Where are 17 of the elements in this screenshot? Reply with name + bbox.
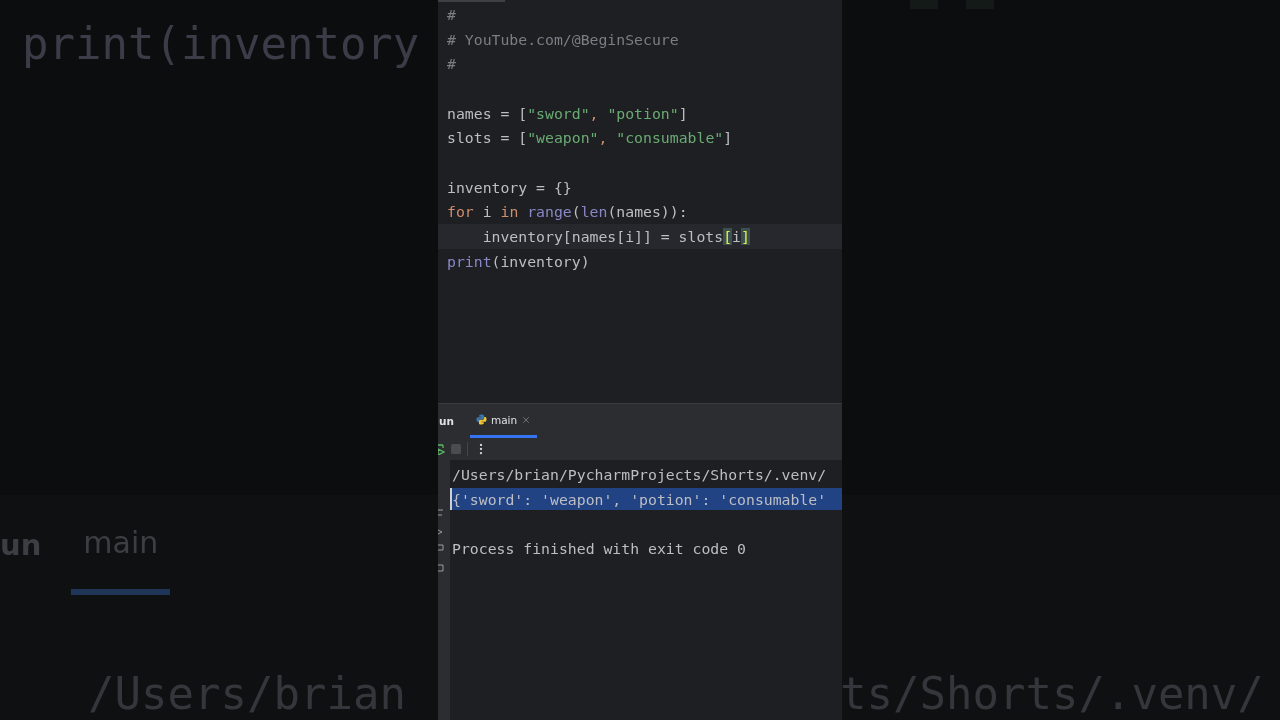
code-line: slots = ["weapon", "consumable"] bbox=[447, 129, 733, 147]
code-line: # bbox=[447, 5, 456, 23]
code-line: names = ["sword", "potion"] bbox=[447, 104, 688, 122]
code-line: # bbox=[447, 55, 456, 73]
file-type-icon bbox=[475, 414, 487, 425]
code-text: print(inventory bbox=[22, 18, 420, 69]
code-line: inventory[names[i]] = slots[i] bbox=[481, 228, 750, 246]
code-line: # YouTube.com/@BeginSecure bbox=[447, 30, 679, 48]
code-line: for i in range(len(names)): bbox=[447, 203, 688, 221]
console-line: {'sword': 'weapon', 'potion': 'consumable' bbox=[452, 490, 827, 508]
code-line: print(inventory) bbox=[447, 252, 590, 270]
console-line: /Users/brian/PycharmProjects/Shorts/.venv/ bbox=[452, 465, 827, 483]
rerun-icon[interactable] bbox=[438, 443, 445, 455]
code-line: inventory = {} bbox=[447, 178, 572, 196]
close-icon[interactable] bbox=[521, 414, 532, 425]
console-line: Process finished with exit code 0 bbox=[452, 539, 746, 557]
panel-title: un bbox=[439, 415, 454, 427]
